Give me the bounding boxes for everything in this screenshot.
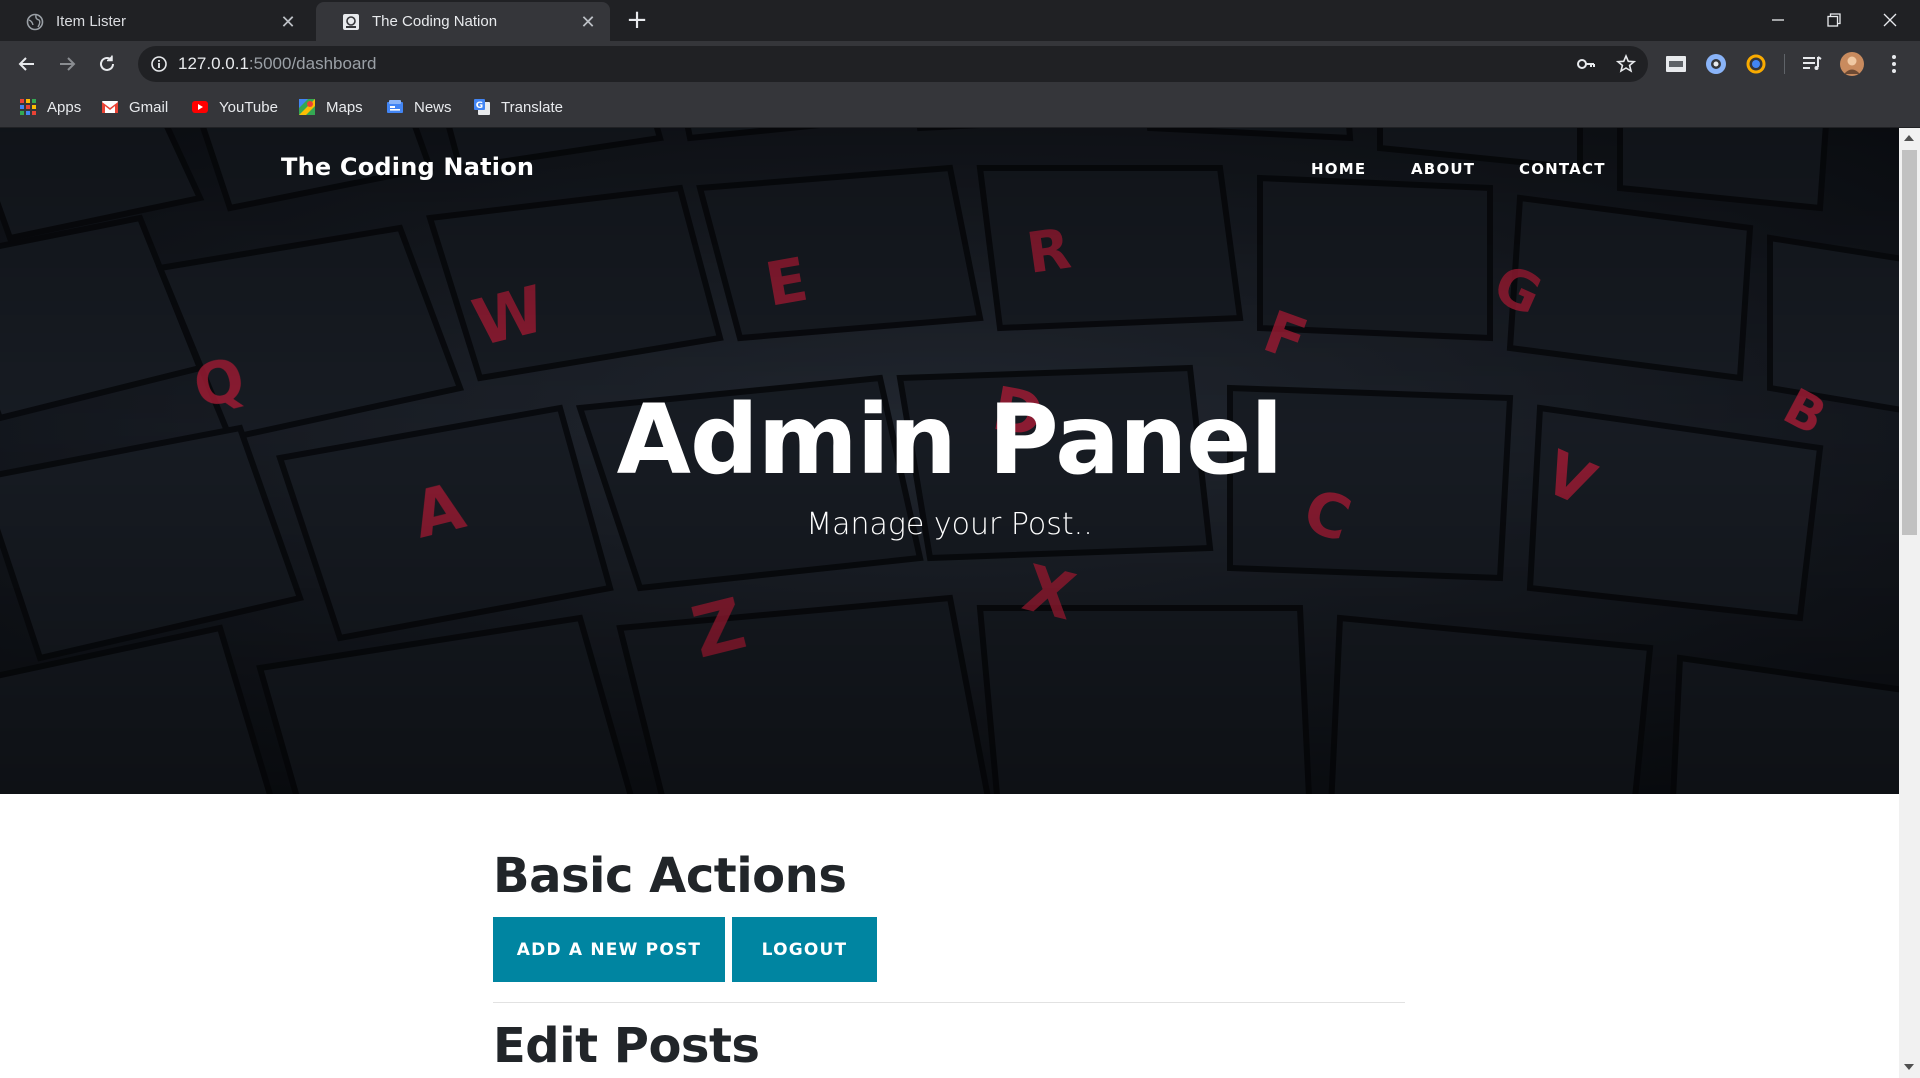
tab-title: Item Lister: [56, 13, 127, 30]
translate-icon: G: [474, 99, 490, 115]
avatar[interactable]: [1840, 52, 1864, 76]
minimize-icon: [1772, 19, 1784, 21]
bookmark-youtube[interactable]: YouTube: [191, 96, 278, 118]
new-tab-button[interactable]: +: [624, 7, 650, 34]
dashboard-content: Basic Actions ADD A NEW POST LOGOUT Edit…: [493, 848, 1405, 1074]
nav-home-link[interactable]: HOME: [1311, 160, 1366, 178]
browser-tab-strip: Item Lister ✕ The Coding Nation ✕ +: [0, 0, 1920, 41]
close-icon: [1883, 13, 1897, 27]
nav-about-link[interactable]: ABOUT: [1411, 160, 1475, 178]
add-new-post-button[interactable]: ADD A NEW POST: [493, 917, 725, 982]
address-bar[interactable]: 127.0.0.1:5000/dashboard: [138, 46, 1648, 82]
hero-title: Admin Panel: [616, 384, 1284, 496]
bookmark-label: YouTube: [219, 98, 278, 116]
extension-icon[interactable]: [1664, 52, 1688, 76]
browser-toolbar: 127.0.0.1:5000/dashboard: [0, 41, 1920, 87]
key-icon[interactable]: [1576, 54, 1596, 74]
restore-button[interactable]: [1806, 0, 1862, 41]
page-scrollbar[interactable]: [1899, 128, 1920, 1078]
tab-the-coding-nation[interactable]: The Coding Nation ✕: [316, 2, 610, 41]
extension-icon[interactable]: [1704, 52, 1728, 76]
extension-icon[interactable]: [1744, 52, 1768, 76]
restore-icon: [1827, 13, 1841, 27]
section-divider: [493, 1002, 1405, 1003]
news-icon: [387, 100, 403, 113]
close-window-button[interactable]: [1862, 0, 1918, 41]
bookmark-label: News: [414, 98, 452, 116]
arrow-left-icon: [18, 57, 34, 71]
logout-button[interactable]: LOGOUT: [732, 917, 877, 982]
apps-grid-icon: [20, 99, 36, 115]
scroll-down-arrow-icon[interactable]: [1904, 1064, 1914, 1070]
reload-icon: [100, 55, 114, 71]
masthead: W E R Q F G D V C A B X Z The Coding Nat…: [0, 128, 1899, 794]
arrow-right-icon: [60, 57, 76, 71]
more-menu-icon[interactable]: [1882, 52, 1906, 76]
bookmark-news[interactable]: News: [386, 96, 452, 118]
bookmark-apps[interactable]: Apps: [19, 96, 81, 118]
star-icon[interactable]: [1616, 54, 1636, 74]
basic-actions-heading: Basic Actions: [493, 848, 847, 904]
scrollbar-thumb[interactable]: [1902, 150, 1917, 535]
bookmark-translate[interactable]: G Translate: [473, 96, 563, 118]
bookmark-label: Maps: [326, 98, 363, 116]
tab-item-lister[interactable]: Item Lister ✕: [0, 2, 310, 41]
forward-button[interactable]: [53, 50, 81, 78]
toolbar-divider: [1784, 54, 1785, 74]
maps-icon: [299, 99, 315, 115]
youtube-icon: [192, 101, 208, 113]
info-icon[interactable]: [150, 55, 168, 73]
gmail-icon: [102, 101, 118, 113]
scroll-up-arrow-icon[interactable]: [1904, 135, 1914, 141]
svg-text:G: G: [476, 101, 483, 111]
bookmark-gmail[interactable]: Gmail: [101, 96, 168, 118]
minimize-button[interactable]: [1750, 0, 1806, 41]
page-viewport: W E R Q F G D V C A B X Z The Coding Nat…: [0, 128, 1899, 1078]
globe-icon: [26, 13, 44, 30]
edit-posts-heading: Edit Posts: [493, 1018, 760, 1074]
url-host: 127.0.0.1: [178, 54, 249, 73]
bookmark-label: Apps: [47, 98, 82, 116]
bookmark-maps[interactable]: Maps: [298, 96, 363, 118]
bookmark-label: Gmail: [129, 98, 169, 116]
url-text[interactable]: 127.0.0.1:5000/dashboard: [178, 46, 377, 82]
bookmarks-bar: Apps Gmail YouTube Maps News G Translate: [0, 87, 1920, 128]
site-brand[interactable]: The Coding Nation: [281, 153, 534, 181]
tab-title: The Coding Nation: [372, 13, 498, 30]
hero-subtitle: Manage your Post..: [806, 507, 1093, 542]
reload-button[interactable]: [93, 50, 121, 78]
media-queue-icon[interactable]: [1800, 52, 1824, 76]
back-button[interactable]: [13, 50, 41, 78]
site-favicon-icon: [343, 13, 359, 30]
bookmark-label: Translate: [501, 98, 563, 116]
close-icon[interactable]: ✕: [580, 13, 596, 31]
close-icon[interactable]: ✕: [280, 13, 296, 31]
url-path: :5000/dashboard: [248, 54, 377, 73]
nav-contact-link[interactable]: CONTACT: [1519, 160, 1606, 178]
